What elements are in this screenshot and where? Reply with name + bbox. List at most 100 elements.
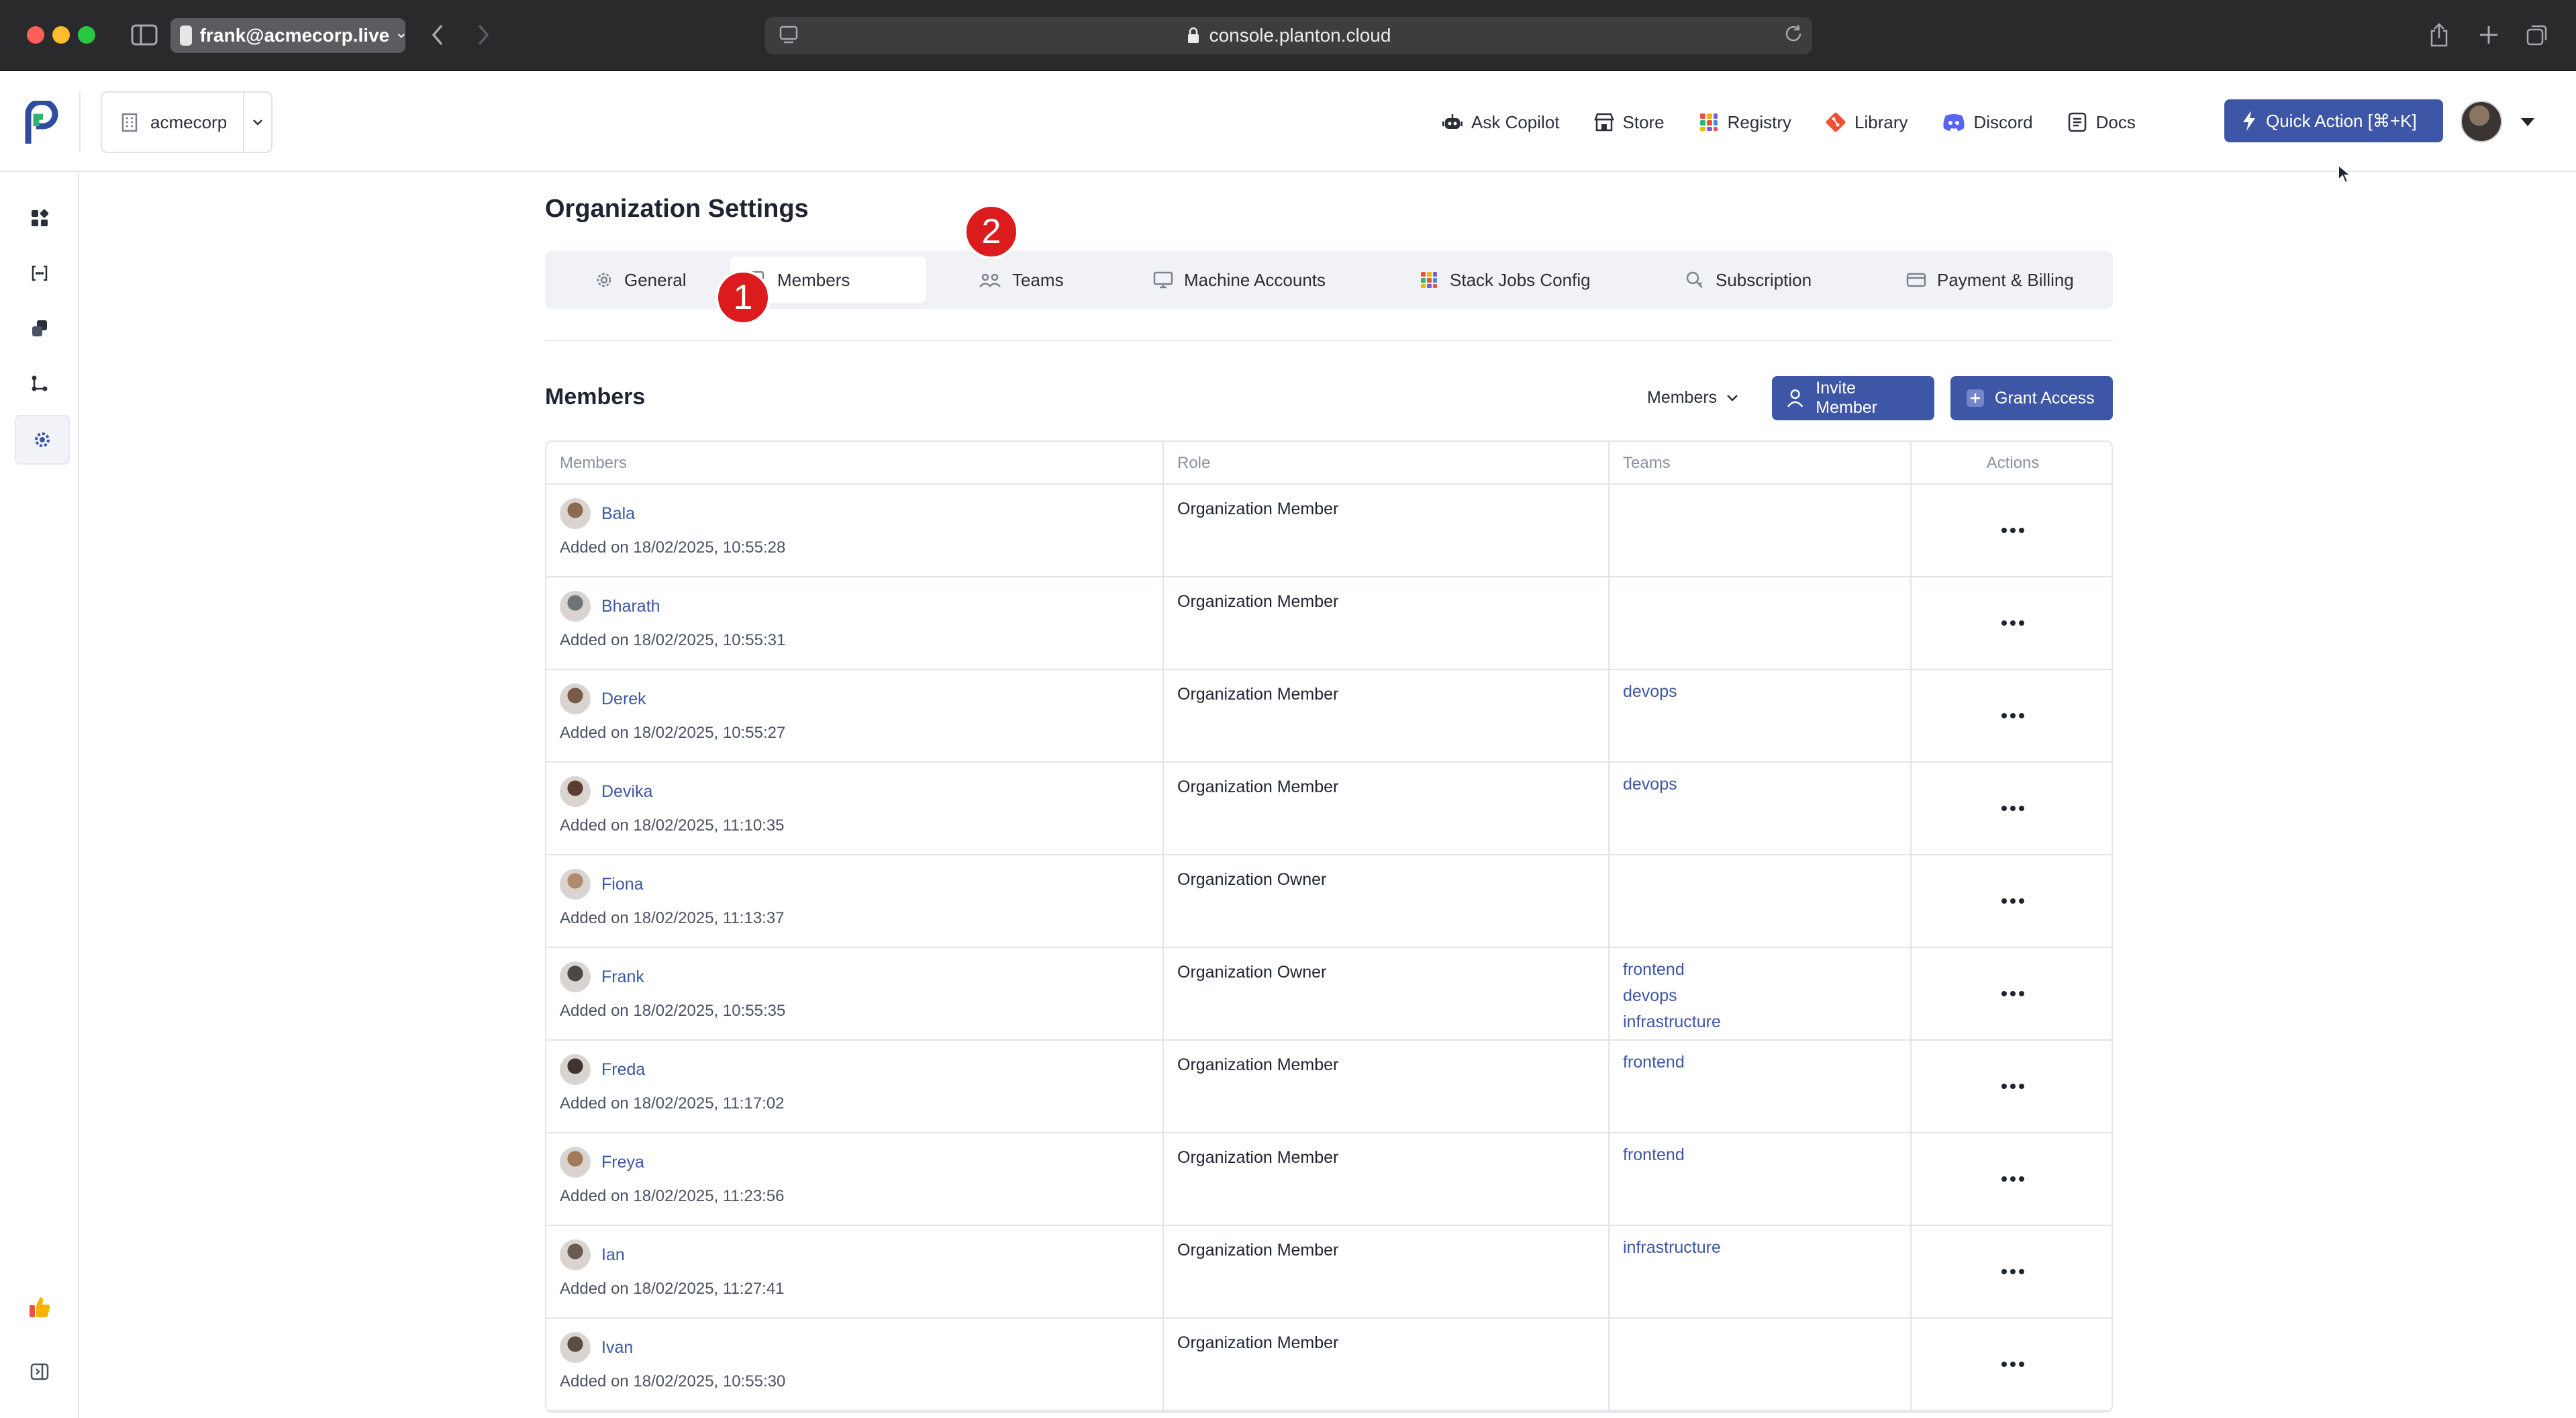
tab-general[interactable]: General <box>577 256 704 303</box>
tab-overview-icon[interactable] <box>2524 21 2550 48</box>
member-cell: Ian Added on 18/02/2025, 11:27:41 <box>546 1226 1164 1317</box>
member-name-link[interactable]: Ivan <box>601 1338 633 1358</box>
team-link[interactable]: devops <box>1623 986 1721 1006</box>
page-title: Organization Settings <box>545 195 809 223</box>
more-actions-icon[interactable] <box>2001 806 2024 811</box>
registry-link[interactable]: Registry <box>1698 111 1791 133</box>
store-icon <box>1593 113 1614 132</box>
more-actions-icon[interactable] <box>2001 1269 2024 1274</box>
monitor-icon <box>1153 271 1173 289</box>
member-role: Organization Owner <box>1177 870 1327 889</box>
team-link[interactable]: devops <box>1623 775 1677 794</box>
role-cell: Organization Member <box>1164 670 1609 761</box>
member-teams: infrastructure <box>1623 1238 1721 1258</box>
discord-label: Discord <box>1973 111 2033 132</box>
browser-profile-pill[interactable]: frank@acmecorp.live <box>170 18 405 53</box>
registry-label: Registry <box>1727 111 1792 132</box>
rail-resources[interactable] <box>26 314 54 342</box>
chevron-down-icon <box>398 34 405 38</box>
back-button[interactable] <box>424 21 451 48</box>
ask-copilot-link[interactable]: Ask Copilot <box>1442 112 1560 133</box>
member-added-date: Added on 18/02/2025, 10:55:31 <box>560 631 786 649</box>
teams-cell: devops <box>1609 763 1912 854</box>
sidebar-toggle-icon[interactable] <box>129 23 160 47</box>
member-name-link[interactable]: Freya <box>601 1153 644 1172</box>
window-close-button[interactable] <box>27 26 44 44</box>
discord-icon <box>1942 114 1965 131</box>
member-cell: Freda Added on 18/02/2025, 11:17:02 <box>546 1041 1164 1132</box>
member-name-link[interactable]: Frank <box>601 967 644 987</box>
team-link[interactable]: infrastructure <box>1623 1012 1721 1032</box>
docs-link[interactable]: Docs <box>2067 111 2136 133</box>
address-bar[interactable]: console.planton.cloud <box>765 17 1812 54</box>
page-info-icon[interactable] <box>779 24 799 47</box>
rail-dashboard[interactable] <box>26 204 54 232</box>
team-link[interactable]: frontend <box>1623 960 1721 980</box>
rail-settings[interactable] <box>15 415 70 465</box>
rail-collapse[interactable] <box>26 1358 54 1386</box>
caret-down-icon[interactable] <box>2520 115 2536 129</box>
more-actions-icon[interactable] <box>2001 1362 2024 1367</box>
discord-link[interactable]: Discord <box>1942 112 2033 133</box>
more-actions-icon[interactable] <box>2001 898 2024 904</box>
rail-pipelines[interactable] <box>26 369 54 397</box>
tab-teams[interactable]: Teams <box>961 256 1081 303</box>
rail-apis[interactable] <box>26 259 54 287</box>
role-cell: Organization Member <box>1164 763 1609 854</box>
role-cell: Organization Member <box>1164 1041 1609 1132</box>
team-link[interactable]: devops <box>1623 682 1677 702</box>
organization-selector[interactable]: acmecorp <box>101 91 273 153</box>
quick-action-button[interactable]: Quick Action [⌘+K] <box>2224 99 2443 142</box>
planton-logo-icon[interactable] <box>23 101 60 145</box>
reload-icon[interactable] <box>1783 23 1807 47</box>
tab-payment-billing[interactable]: Payment & Billing <box>1889 256 2091 303</box>
member-added-date: Added on 18/02/2025, 10:55:30 <box>560 1372 786 1390</box>
team-link[interactable]: infrastructure <box>1623 1238 1721 1258</box>
layers-icon <box>32 320 47 336</box>
member-added-date: Added on 18/02/2025, 11:10:35 <box>560 816 785 835</box>
tab-subscription[interactable]: Subscription <box>1667 256 1829 303</box>
table-row: Bharath Added on 18/02/2025, 10:55:31 Or… <box>546 577 2112 670</box>
user-avatar[interactable] <box>2461 101 2502 142</box>
more-actions-icon[interactable] <box>2001 620 2024 626</box>
more-actions-icon[interactable] <box>2001 991 2024 996</box>
member-name-link[interactable]: Bharath <box>601 597 660 616</box>
more-actions-icon[interactable] <box>2001 1176 2024 1182</box>
team-link[interactable]: frontend <box>1623 1145 1685 1165</box>
organization-selector-main[interactable]: acmecorp <box>102 93 244 152</box>
organization-dropdown-toggle[interactable] <box>244 118 271 126</box>
gear-icon <box>597 273 611 287</box>
member-name-link[interactable]: Devika <box>601 782 652 802</box>
invite-member-button[interactable]: Invite Member <box>1772 376 1934 420</box>
share-icon[interactable] <box>2426 20 2453 50</box>
more-actions-icon[interactable] <box>2001 713 2024 718</box>
library-link[interactable]: Library <box>1825 111 1908 133</box>
more-actions-icon[interactable] <box>2001 528 2024 533</box>
tab-stack-jobs-config[interactable]: Stack Jobs Config <box>1401 256 1608 303</box>
member-role: Organization Member <box>1177 685 1339 704</box>
member-name-link[interactable]: Freda <box>601 1060 645 1080</box>
team-link[interactable]: frontend <box>1623 1053 1685 1072</box>
member-name-link[interactable]: Bala <box>601 504 635 524</box>
member-name-link[interactable]: Fiona <box>601 875 644 894</box>
window-minimize-button[interactable] <box>52 26 70 44</box>
grant-access-button[interactable]: Grant Access <box>1950 376 2113 420</box>
member-identity: Ian <box>560 1239 625 1270</box>
rail-feedback[interactable] <box>26 1293 54 1321</box>
member-cell: Bala Added on 18/02/2025, 10:55:28 <box>546 485 1164 576</box>
forward-button[interactable] <box>470 21 497 48</box>
tab-machine-accounts[interactable]: Machine Accounts <box>1136 256 1343 303</box>
window-zoom-button[interactable] <box>78 26 95 44</box>
member-name-link[interactable]: Derek <box>601 690 646 709</box>
members-filter-dropdown[interactable]: Members <box>1647 388 1738 408</box>
actions-cell <box>1912 1133 2112 1225</box>
pipeline-icon <box>32 375 48 391</box>
store-link[interactable]: Store <box>1593 112 1665 133</box>
member-name-link[interactable]: Ian <box>601 1245 625 1265</box>
member-role: Organization Member <box>1177 777 1339 796</box>
invite-member-label: Invite Member <box>1816 379 1877 417</box>
new-tab-icon[interactable] <box>2475 20 2502 50</box>
teams-cell <box>1609 577 1912 669</box>
more-actions-icon[interactable] <box>2001 1084 2024 1089</box>
role-cell: Organization Member <box>1164 1133 1609 1225</box>
